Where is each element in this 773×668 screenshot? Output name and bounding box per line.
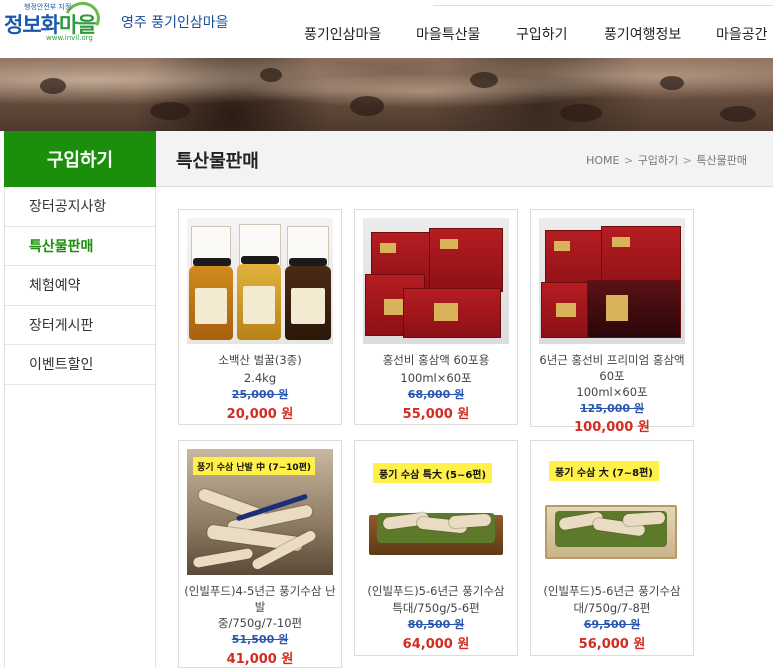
product-spec: 100ml×60포 [576,385,648,399]
nav-item-village[interactable]: 풍기인삼마을 [304,24,381,44]
village-name[interactable]: 영주 풍기인삼마을 [121,12,229,32]
product-spec: 특대/750g/5-6편 [392,601,480,615]
product-card[interactable]: 풍기 수삼 난발 中 (7~10편) (인빌푸드)4-5년근 풍기수삼 난발 중… [178,440,342,668]
ginseng-roots-image[interactable]: 풍기 수삼 난발 中 (7~10편) [187,449,333,575]
site-header: 행정안전부 지정 정보화마을 www.invil.org 영주 풍기인삼마을 풍… [0,0,773,58]
product-name[interactable]: 소백산 벌꿀(3종) [183,352,337,368]
original-price: 51,500 원 [231,633,289,646]
product-name[interactable]: (인빌푸드)5-6년근 풍기수삼 [535,583,689,599]
product-card[interactable]: 풍기 수삼 大 (7~8편) (인빌푸드)5-6년근 풍기수삼 대/750g/7… [530,440,694,656]
content-header: 특산물판매 HOME > 구입하기 > 특산물판매 [156,131,773,187]
sale-price: 100,000 원 [574,420,650,435]
original-price: 80,500 원 [407,618,465,631]
product-name[interactable]: 홍선비 홍삼액 60포용 [359,352,513,368]
utility-bar [433,0,773,6]
product-name[interactable]: 6년근 홍선비 프리미엄 홍삼액 60포 [535,352,689,384]
soil-banner-image [0,58,773,131]
breadcrumb: HOME > 구입하기 > 특산물판매 [586,152,747,168]
breadcrumb-purchase[interactable]: 구입하기 [638,154,678,167]
red-ginseng-boxes-image[interactable] [363,218,509,344]
product-image-tag: 풍기 수삼 난발 中 (7~10편) [193,457,316,475]
sale-price: 64,000 원 [402,637,470,652]
product-image-tag: 풍기 수삼 大 (7~8편) [549,461,659,481]
sidebar-item-specialty-sales[interactable]: 특산물판매 [5,227,155,266]
nav-item-travel[interactable]: 풍기여행정보 [604,24,681,44]
product-card[interactable]: 풍기 수삼 특大 (5~6편) (인빌푸드)5-6년근 풍기수삼 특대/750g… [354,440,518,656]
sale-price: 20,000 원 [226,407,294,422]
original-price: 68,000 원 [407,388,465,401]
original-price: 69,500 원 [583,618,641,631]
product-card[interactable]: 홍선비 홍삼액 60포용 100ml×60포 68,000 원 55,000 원 [354,209,518,425]
sidebar-item-event-discount[interactable]: 이벤트할인 [5,345,155,385]
product-image-tag: 풍기 수삼 특大 (5~6편) [373,463,493,483]
product-grid: 소백산 벌꿀(3종) 2.4kg 25,000 원 20,000 원 홍선비 홍… [178,209,698,668]
breadcrumb-current: 특산물판매 [696,154,747,167]
product-name[interactable]: (인빌푸드)5-6년근 풍기수삼 [359,583,513,599]
main-navigation: 풍기인삼마을 마을특산물 구입하기 풍기여행정보 마을공간 [280,24,773,46]
page-title: 특산물판매 [176,151,259,172]
sale-price: 55,000 원 [402,407,470,422]
premium-red-ginseng-boxes-image[interactable] [539,218,685,344]
original-price: 25,000 원 [231,388,289,401]
sidebar-title-text: 구입하기 [46,150,114,171]
logo-url: www.invil.org [46,34,93,42]
sidebar-item-market-board[interactable]: 장터게시판 [5,306,155,345]
nav-item-purchase[interactable]: 구입하기 [516,24,568,44]
product-name[interactable]: (인빌푸드)4-5년근 풍기수삼 난발 [183,583,337,615]
breadcrumb-home[interactable]: HOME [586,154,619,167]
product-spec: 중/750g/7-10편 [217,616,303,630]
sidebar-title: 구입하기 [4,131,156,187]
product-spec: 100ml×60포 [400,371,472,385]
sale-price: 41,000 원 [226,652,294,667]
site-logo[interactable]: 행정안전부 지정 정보화마을 www.invil.org [4,0,114,44]
product-card[interactable]: 6년근 홍선비 프리미엄 홍삼액 60포 100ml×60포 125,000 원… [530,209,694,435]
original-price: 125,000 원 [579,402,645,415]
product-spec: 2.4kg [243,371,277,385]
honey-jars-image[interactable] [187,218,333,344]
ginseng-box-image[interactable]: 풍기 수삼 大 (7~8편) [539,449,685,575]
sale-price: 56,000 원 [578,637,646,652]
sidebar-item-market-notice[interactable]: 장터공지사항 [5,187,155,227]
breadcrumb-separator: > [682,154,692,167]
ginseng-tray-image[interactable]: 풍기 수삼 특大 (5~6편) [363,449,509,575]
product-card[interactable]: 소백산 벌꿀(3종) 2.4kg 25,000 원 20,000 원 [178,209,342,425]
product-spec: 대/750g/7-8편 [573,601,651,615]
sidebar-menu: 장터공지사항 특산물판매 체험예약 장터게시판 이벤트할인 [4,187,156,668]
breadcrumb-separator: > [623,154,634,167]
sidebar-item-experience-booking[interactable]: 체험예약 [5,266,155,306]
nav-item-specialties[interactable]: 마을특산물 [416,24,480,44]
nav-item-space[interactable]: 마을공간 [716,24,768,44]
